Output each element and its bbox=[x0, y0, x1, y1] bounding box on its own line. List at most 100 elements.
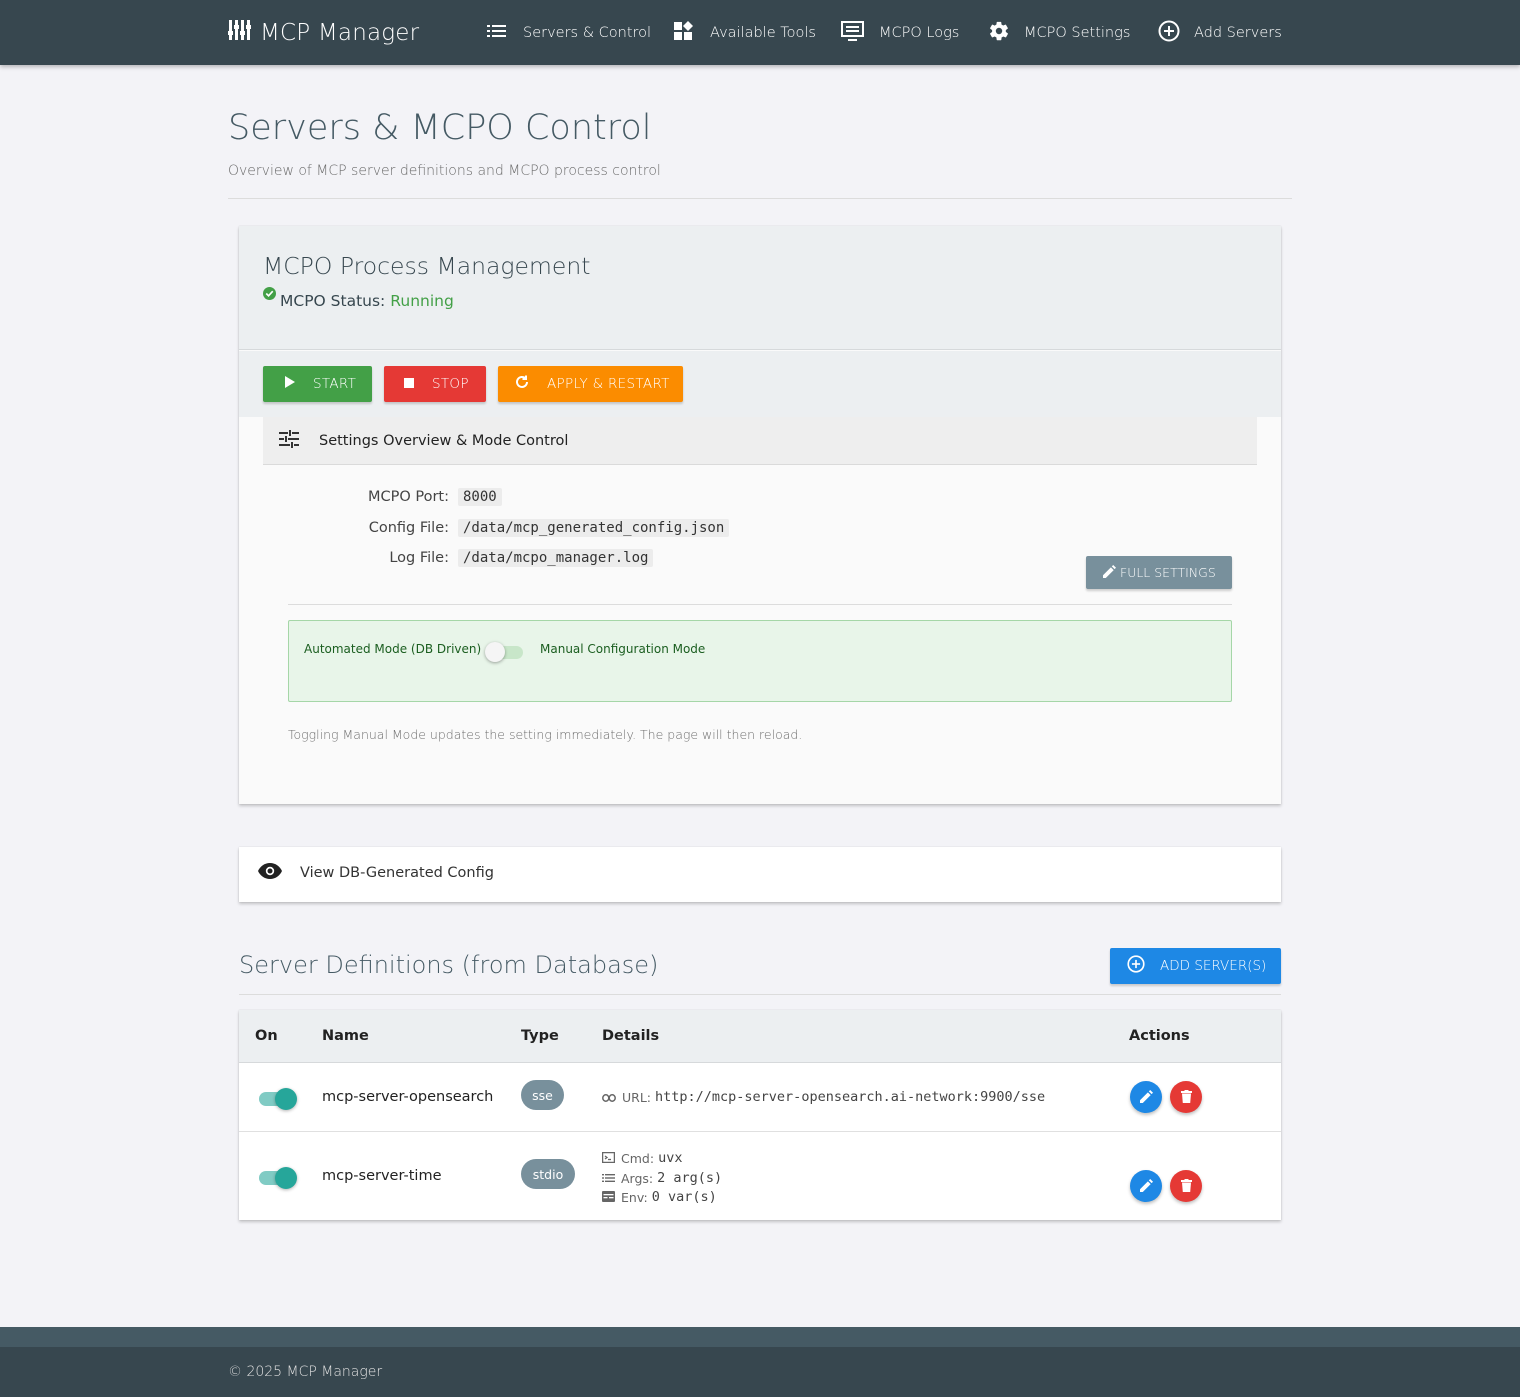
view-config-panel[interactable]: View DB-Generated Config bbox=[239, 847, 1281, 902]
add-circle-icon bbox=[1158, 20, 1194, 46]
eye-icon bbox=[258, 863, 300, 883]
nav-servers-control[interactable]: Servers & Control bbox=[487, 20, 651, 46]
manual-mode-label: Manual Configuration Mode bbox=[540, 642, 706, 656]
server-type-badge: stdio bbox=[521, 1159, 575, 1189]
cmd-label: Cmd: bbox=[621, 1150, 655, 1166]
server-name: mcp-server-time bbox=[322, 1168, 442, 1184]
pencil-icon bbox=[1103, 564, 1120, 581]
mcpo-card-header: MCPO Process Management MCPO Status: Run… bbox=[239, 226, 1281, 350]
mode-control-box: Automated Mode (DB Driven) Manual Config… bbox=[288, 620, 1232, 702]
log-file-label: Log File: bbox=[389, 550, 449, 566]
settings-heading: Settings Overview & Mode Control bbox=[319, 432, 569, 449]
automated-mode-label: Automated Mode (DB Driven) bbox=[304, 642, 482, 656]
trash-icon bbox=[1180, 1177, 1192, 1196]
page-title: Servers & MCPO Control bbox=[228, 108, 652, 148]
start-button[interactable]: Start bbox=[263, 366, 372, 402]
add-servers-label: Add Server(s) bbox=[1160, 958, 1267, 974]
edit-server-button[interactable] bbox=[1130, 1081, 1162, 1113]
nav-mcpo-logs[interactable]: MCPO Logs bbox=[841, 20, 959, 46]
server-env-detail: Env: 0 var(s) bbox=[602, 1189, 717, 1205]
server-name: mcp-server-opensearch bbox=[322, 1089, 494, 1105]
nav-mcpo-settings[interactable]: MCPO Settings bbox=[988, 20, 1130, 46]
col-on: On bbox=[255, 1028, 278, 1044]
full-settings-button[interactable]: Full Settings bbox=[1086, 556, 1232, 589]
delete-server-button[interactable] bbox=[1170, 1170, 1202, 1202]
start-label: Start bbox=[313, 376, 357, 392]
stop-button[interactable]: Stop bbox=[384, 366, 486, 402]
mcpo-action-bar: Start Stop Apply & Restart bbox=[239, 351, 1281, 417]
footer-copyright: © 2025 MCP Manager bbox=[228, 1364, 383, 1380]
cmd-value: uvx bbox=[658, 1150, 683, 1166]
delete-server-button[interactable] bbox=[1170, 1081, 1202, 1113]
args-value: 2 arg(s) bbox=[657, 1170, 723, 1186]
page-footer: © 2025 MCP Manager bbox=[0, 1327, 1520, 1397]
manual-mode-toggle[interactable] bbox=[485, 640, 523, 662]
apply-restart-button[interactable]: Apply & Restart bbox=[498, 366, 683, 402]
view-config-label: View DB-Generated Config bbox=[300, 865, 494, 881]
view-config-header: View DB-Generated Config bbox=[258, 863, 494, 883]
nav-label: Available Tools bbox=[710, 25, 816, 41]
mode-note: Toggling Manual Mode updates the setting… bbox=[288, 727, 803, 742]
nav-label: MCPO Logs bbox=[879, 25, 960, 41]
list-icon bbox=[487, 23, 523, 43]
refresh-icon bbox=[515, 375, 547, 393]
server-type-badge: sse bbox=[521, 1080, 564, 1110]
server-args-detail: Args: 2 arg(s) bbox=[602, 1170, 722, 1186]
mcpo-card-title: MCPO Process Management bbox=[263, 252, 591, 280]
brand-link[interactable]: MCP Manager bbox=[228, 18, 419, 48]
log-file-value: /data/mcpo_manager.log bbox=[458, 549, 654, 567]
env-label: Env: bbox=[621, 1189, 648, 1205]
nav-label: MCPO Settings bbox=[1024, 25, 1131, 41]
link-icon bbox=[602, 1090, 622, 1105]
check-circle-icon bbox=[263, 286, 276, 304]
server-definitions-title: Server Definitions (from Database) bbox=[239, 951, 659, 979]
nav-label: Add Servers bbox=[1194, 25, 1282, 41]
table-row: mcp-server-time stdio Cmd: uvx Args: 2 a… bbox=[239, 1133, 1281, 1220]
nav-available-tools[interactable]: Available Tools bbox=[674, 20, 816, 46]
mcpo-status: MCPO Status: Running bbox=[263, 287, 454, 310]
col-actions: Actions bbox=[1129, 1028, 1190, 1044]
gear-icon bbox=[988, 20, 1024, 46]
add-servers-button[interactable]: Add Server(s) bbox=[1110, 948, 1281, 984]
pencil-icon bbox=[1139, 1088, 1153, 1107]
env-icon bbox=[602, 1190, 621, 1205]
toggle-thumb bbox=[275, 1088, 297, 1110]
console-icon bbox=[601, 1151, 621, 1166]
list-icon bbox=[602, 1171, 621, 1186]
toggle-thumb bbox=[485, 642, 505, 662]
top-navbar: MCP Manager Servers & Control Available … bbox=[0, 0, 1520, 65]
status-value: Running bbox=[390, 292, 454, 310]
port-value: 8000 bbox=[458, 488, 502, 506]
sliders-icon bbox=[228, 19, 260, 47]
server-cmd-detail: Cmd: uvx bbox=[601, 1150, 683, 1166]
header-divider bbox=[228, 198, 1292, 199]
stop-label: Stop bbox=[432, 376, 469, 392]
server-url-detail: URL: http://mcp-server-opensearch.ai-net… bbox=[602, 1089, 1045, 1105]
settings-overview-header[interactable]: Settings Overview & Mode Control bbox=[263, 417, 1257, 465]
add-circle-icon bbox=[1127, 955, 1160, 977]
url-label: URL: bbox=[622, 1089, 652, 1105]
play-icon bbox=[285, 376, 313, 392]
page-subtitle: Overview of MCP server definitions and M… bbox=[228, 163, 661, 179]
env-value: 0 var(s) bbox=[651, 1189, 717, 1205]
toggle-thumb bbox=[275, 1167, 297, 1189]
col-details: Details bbox=[602, 1028, 660, 1044]
table-header: On Name Type Details Actions bbox=[239, 1010, 1281, 1063]
servers-table: On Name Type Details Actions mcp-server-… bbox=[239, 1010, 1281, 1220]
tune-icon bbox=[279, 429, 319, 452]
pencil-icon bbox=[1139, 1177, 1153, 1196]
col-type: Type bbox=[521, 1028, 559, 1044]
status-label: MCPO Status: bbox=[280, 292, 386, 310]
server-definitions-divider bbox=[239, 994, 1281, 995]
config-file-value: /data/mcp_generated_config.json bbox=[458, 519, 730, 537]
trash-icon bbox=[1180, 1088, 1192, 1107]
table-row: mcp-server-opensearch sse URL: http://mc… bbox=[239, 1064, 1281, 1132]
args-label: Args: bbox=[621, 1170, 654, 1186]
stop-icon bbox=[404, 376, 432, 392]
full-settings-label: Full Settings bbox=[1120, 565, 1216, 580]
server-enabled-toggle[interactable] bbox=[259, 1165, 299, 1189]
nav-add-servers[interactable]: Add Servers bbox=[1158, 20, 1282, 46]
edit-server-button[interactable] bbox=[1130, 1170, 1162, 1202]
nav-label: Servers & Control bbox=[523, 25, 652, 41]
server-enabled-toggle[interactable] bbox=[259, 1086, 299, 1110]
